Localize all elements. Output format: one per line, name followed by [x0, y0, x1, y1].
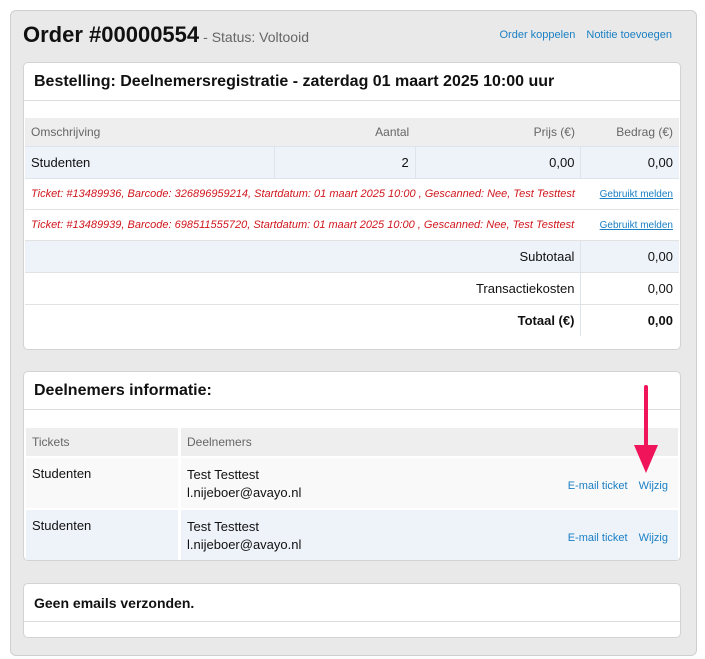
column-header: Omschrijving: [25, 118, 275, 146]
table-row: Studenten 2 0,00 0,00: [25, 145, 679, 179]
column-header: Bedrag (€): [580, 118, 679, 146]
annotation-arrow-icon: [634, 385, 658, 473]
ticket-details: Ticket: #13489939, Barcode: 698511555720…: [25, 209, 581, 241]
column-header: Tickets: [26, 428, 178, 456]
couple-order-link[interactable]: Order koppelen: [499, 29, 575, 41]
line-quantity: 2: [273, 145, 416, 179]
order-container: Order #00000554- Status: Voltooid Order …: [10, 10, 697, 656]
participants-panel: Deelnemers informatie: Tickets Deelnemer…: [23, 371, 681, 561]
participant-actions: E-mail ticket Wijzig: [560, 532, 668, 544]
email-ticket-link[interactable]: E-mail ticket: [568, 532, 628, 544]
participant-info: Test Testtest l.nijeboer@avayo.nl E-mail…: [178, 508, 678, 560]
order-panel-title: Bestelling: Deelnemersregistratie - zate…: [24, 63, 680, 101]
line-description: Studenten: [25, 145, 275, 179]
order-table: Omschrijving Aantal Prijs (€) Bedrag (€)…: [25, 118, 679, 336]
ticket-row: Ticket: #13489936, Barcode: 326896959214…: [25, 178, 679, 210]
subtotal-row: Subtotaal 0,00: [25, 240, 679, 273]
order-panel: Bestelling: Deelnemersregistratie - zate…: [23, 62, 681, 350]
column-header: Aantal: [274, 118, 416, 146]
subtotal-value: 0,00: [580, 240, 679, 273]
column-header: Prijs (€): [415, 118, 581, 146]
header-actions: Order koppelen Notitie toevoegen: [491, 29, 672, 41]
participant-info: Test Testtest l.nijeboer@avayo.nl E-mail…: [178, 456, 678, 508]
emails-panel-title: Geen emails verzonden.: [24, 584, 680, 622]
subtotal-label: Subtotaal: [25, 240, 581, 273]
participants-panel-title: Deelnemers informatie:: [24, 372, 680, 410]
email-ticket-link[interactable]: E-mail ticket: [568, 480, 628, 492]
participants-table: Tickets Deelnemers Studenten Test Testte…: [26, 428, 678, 560]
order-number: Order #00000554: [23, 22, 200, 47]
fees-row: Transactiekosten 0,00: [25, 272, 679, 305]
table-row: Studenten Test Testtest l.nijeboer@avayo…: [26, 456, 678, 508]
participant-actions: E-mail ticket Wijzig: [560, 480, 668, 492]
edit-participant-link[interactable]: Wijzig: [639, 480, 668, 492]
order-status: - Status: Voltooid: [203, 29, 309, 45]
edit-participant-link[interactable]: Wijzig: [639, 532, 668, 544]
report-used-link[interactable]: Gebruikt melden: [600, 220, 673, 231]
page-title: Order #00000554- Status: Voltooid: [23, 22, 309, 48]
column-header: Deelnemers: [178, 428, 678, 456]
total-row: Totaal (€) 0,00: [25, 304, 679, 336]
participant-ticket: Studenten: [26, 456, 178, 508]
table-row: Studenten Test Testtest l.nijeboer@avayo…: [26, 508, 678, 560]
report-used-link[interactable]: Gebruikt melden: [600, 189, 673, 200]
ticket-row: Ticket: #13489939, Barcode: 698511555720…: [25, 209, 679, 241]
ticket-details: Ticket: #13489936, Barcode: 326896959214…: [25, 178, 581, 210]
emails-panel: Geen emails verzonden.: [23, 583, 681, 638]
total-label: Totaal (€): [517, 312, 575, 328]
order-table-header: Omschrijving Aantal Prijs (€) Bedrag (€): [25, 118, 679, 146]
fees-value: 0,00: [580, 272, 679, 305]
fees-label: Transactiekosten: [25, 272, 581, 305]
line-price: 0,00: [414, 145, 581, 179]
line-amount: 0,00: [580, 145, 679, 179]
add-note-link[interactable]: Notitie toevoegen: [586, 29, 672, 41]
total-value: 0,00: [580, 304, 679, 336]
participant-ticket: Studenten: [26, 508, 178, 560]
participants-table-header: Tickets Deelnemers: [26, 428, 678, 456]
